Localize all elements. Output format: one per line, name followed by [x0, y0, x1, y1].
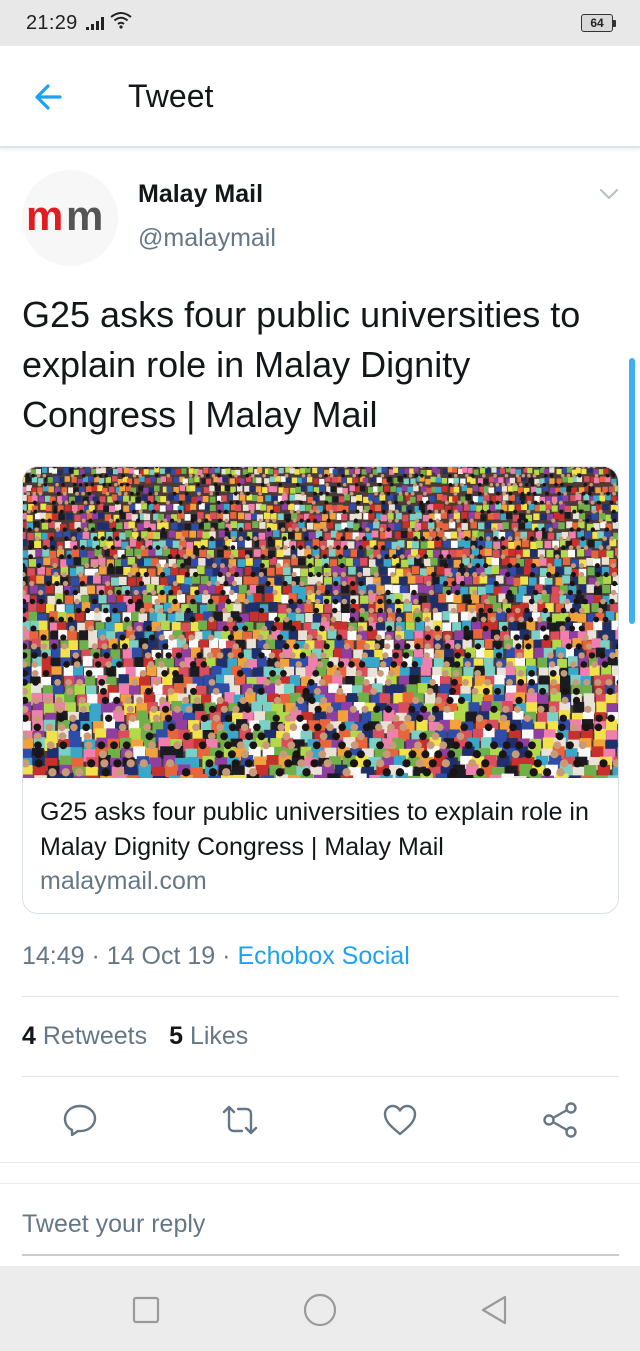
link-card[interactable]: G25 asks four public universities to exp…	[22, 466, 619, 914]
reply-icon[interactable]	[60, 1098, 100, 1142]
like-icon[interactable]	[380, 1098, 420, 1142]
wifi-icon	[109, 11, 132, 35]
retweets-count: 4	[22, 1022, 36, 1050]
reply-input[interactable]	[22, 1194, 619, 1254]
section-separator	[0, 1162, 640, 1184]
chevron-down-icon[interactable]	[598, 186, 620, 202]
reply-box	[22, 1194, 619, 1256]
malay-mail-logo: m m	[26, 192, 104, 239]
author-name[interactable]: Malay Mail	[138, 180, 263, 209]
likes-label: Likes	[189, 1022, 249, 1050]
tweet-text: G25 asks four public universities to exp…	[22, 294, 581, 435]
retweet-icon[interactable]	[220, 1098, 260, 1142]
svg-text:m: m	[26, 192, 61, 239]
card-title: G25 asks four public universities to exp…	[40, 798, 589, 861]
recent-apps-icon[interactable]	[126, 1290, 166, 1330]
tweet-stats: 4 Retweets 5 Likes	[22, 1022, 248, 1051]
tweet-source-link[interactable]: Echobox Social	[237, 942, 409, 970]
share-icon[interactable]	[540, 1098, 580, 1142]
battery-icon: 64	[581, 14, 616, 32]
system-navigation-bar	[0, 1266, 640, 1351]
card-image	[23, 467, 618, 778]
card-domain: malaymail.com	[40, 867, 207, 895]
tweet-meta: 14:49 · 14 Oct 19 · Echobox Social	[22, 942, 410, 971]
separator: ·	[91, 942, 100, 970]
home-icon[interactable]	[300, 1290, 340, 1330]
status-bar: 21:29 64	[0, 0, 640, 46]
retweets-stat[interactable]: 4 Retweets	[22, 1022, 147, 1051]
tweet-actions	[0, 1098, 640, 1142]
back-icon[interactable]	[474, 1290, 514, 1330]
arrow-left-icon[interactable]	[30, 79, 70, 115]
tweet-time: 14:49	[22, 942, 85, 970]
status-time: 21:29	[26, 11, 78, 34]
likes-stat[interactable]: 5 Likes	[169, 1022, 248, 1051]
likes-count: 5	[169, 1022, 183, 1050]
battery-level: 64	[581, 14, 613, 32]
page-title: Tweet	[128, 78, 214, 114]
tweet-detail-screen: 21:29 64 Tweet m m Malay Mail @malaymail…	[0, 0, 640, 1351]
svg-text:m: m	[66, 192, 101, 239]
divider	[22, 996, 619, 997]
author-handle[interactable]: @malaymail	[138, 224, 276, 253]
separator: ·	[222, 942, 231, 970]
app-header: Tweet	[0, 46, 640, 148]
divider	[22, 1076, 619, 1077]
signal-icon	[85, 16, 104, 30]
tweet-date: 14 Oct 19	[106, 942, 216, 970]
avatar[interactable]: m m	[22, 170, 118, 266]
retweets-label: Retweets	[42, 1022, 148, 1050]
scrollbar[interactable]	[629, 358, 635, 624]
